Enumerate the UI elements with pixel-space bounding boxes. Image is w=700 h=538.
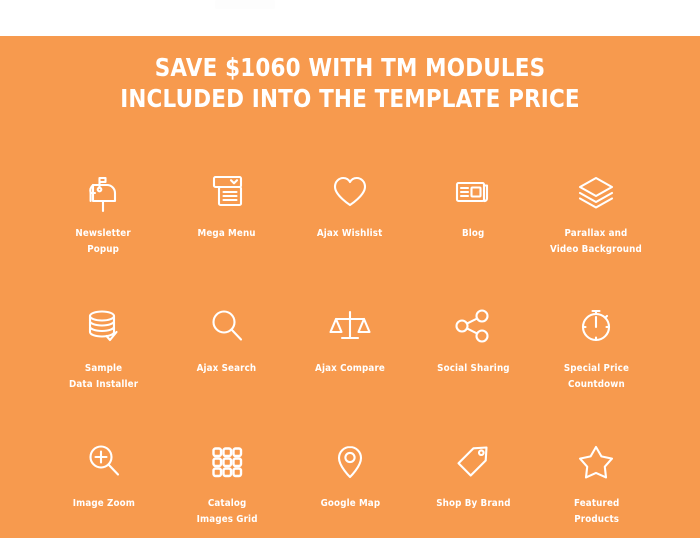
feature-label: Sample Data Installer [68,363,139,390]
star-icon [573,432,619,490]
feature-item-social-sharing[interactable]: Social Sharing [412,297,535,432]
map-pin-icon [327,432,373,490]
share-nodes-icon [450,297,496,355]
feature-item-sample-data-installer[interactable]: Sample Data Installer [42,297,165,432]
feature-label: Ajax Compare [315,363,385,374]
top-white-strip [0,0,700,36]
grid-3x3-icon [204,432,250,490]
feature-label: Google Map [320,498,380,509]
heart-icon [327,162,373,220]
feature-label: Social Sharing [436,363,510,374]
newspaper-icon [450,162,496,220]
feature-item-blog[interactable]: Blog [412,162,535,297]
orange-promo-panel: SAVE $1060 WITH TM MODULES INCLUDED INTO… [0,36,700,538]
page-title: SAVE $1060 WITH TM MODULES INCLUDED INTO… [49,36,651,114]
feature-item-catalog-images-grid[interactable]: Catalog Images Grid [165,432,288,538]
feature-label: Parallax and Video Background [550,228,643,255]
stopwatch-icon [573,297,619,355]
partial-element-placeholder [215,0,275,9]
feature-item-ajax-search[interactable]: Ajax Search [165,297,288,432]
layers-icon [573,162,619,220]
feature-label: Newsletter Popup [75,228,132,255]
feature-item-newsletter-popup[interactable]: Newsletter Popup [42,162,165,297]
feature-grid: Newsletter Popup Mega Menu Ajax Wishlist… [42,162,658,538]
feature-item-special-price-countdown[interactable]: Special Price Countdown [535,297,658,432]
zoom-in-icon [81,432,127,490]
feature-label: Featured Products [573,498,620,525]
promo-banner-page: SAVE $1060 WITH TM MODULES INCLUDED INTO… [0,0,700,538]
scales-icon [327,297,373,355]
feature-item-ajax-compare[interactable]: Ajax Compare [288,297,411,432]
mailbox-icon [81,162,127,220]
feature-label: Shop By Brand [435,498,511,509]
feature-item-parallax-video-background[interactable]: Parallax and Video Background [535,162,658,297]
page-title-line-1: SAVE $1060 WITH TM MODULES [154,53,546,82]
feature-item-google-map[interactable]: Google Map [288,432,411,538]
price-tag-icon [450,432,496,490]
feature-label: Blog [461,228,485,239]
magnifier-icon [204,297,250,355]
database-check-icon [81,297,127,355]
page-title-line-2: INCLUDED INTO THE TEMPLATE PRICE [120,84,580,113]
feature-item-image-zoom[interactable]: Image Zoom [42,432,165,538]
feature-label: Special Price Countdown [563,363,629,390]
feature-label: Image Zoom [72,498,135,509]
feature-item-mega-menu[interactable]: Mega Menu [165,162,288,297]
feature-label: Ajax Search [196,363,257,374]
mega-menu-icon [204,162,250,220]
feature-item-featured-products[interactable]: Featured Products [535,432,658,538]
feature-label: Mega Menu [197,228,256,239]
feature-item-shop-by-brand[interactable]: Shop By Brand [412,432,535,538]
feature-item-ajax-wishlist[interactable]: Ajax Wishlist [288,162,411,297]
feature-label: Ajax Wishlist [317,228,383,239]
feature-label: Catalog Images Grid [196,498,258,525]
